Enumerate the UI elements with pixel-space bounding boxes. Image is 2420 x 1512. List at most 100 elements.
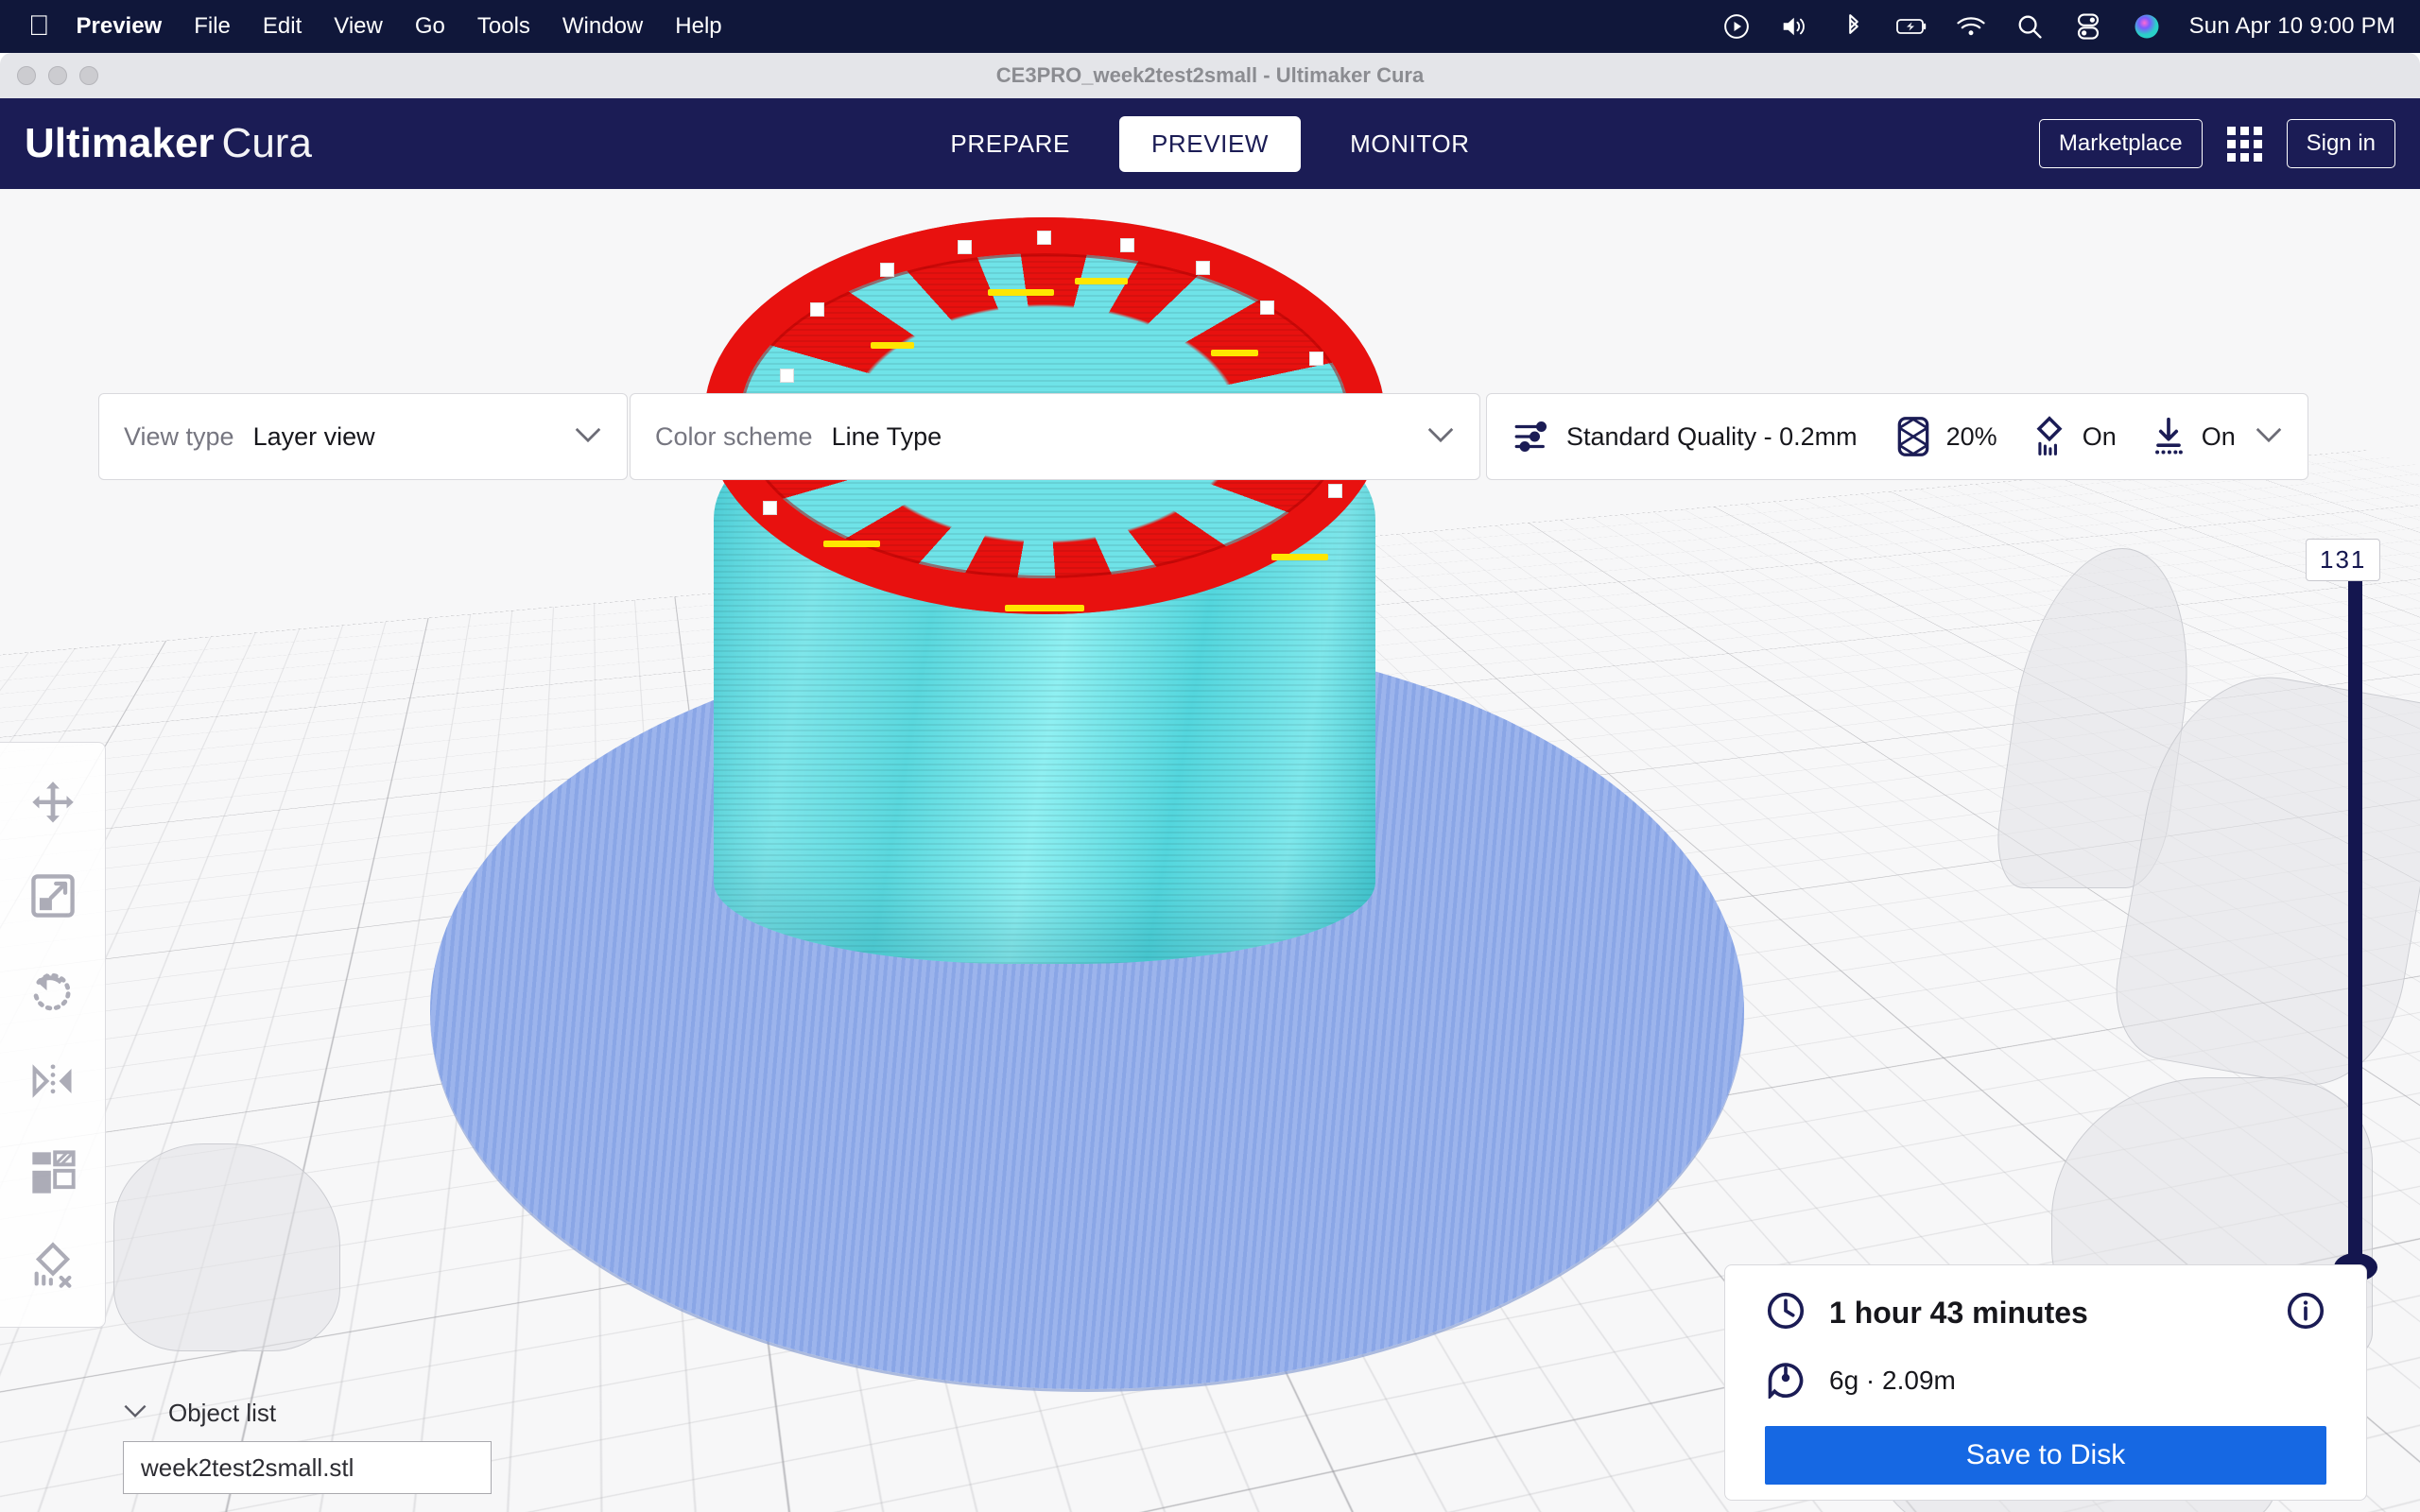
header-actions: Marketplace Sign in: [2038, 119, 2395, 168]
layer-slider[interactable]: 131: [2306, 510, 2384, 1314]
quality-profile-value: Standard Quality - 0.2mm: [1566, 421, 1858, 451]
siri-icon[interactable]: [2131, 10, 2163, 43]
infill-icon: [1895, 416, 1931, 457]
printed-model: [704, 208, 1385, 964]
chevron-down-icon[interactable]: [574, 426, 602, 448]
travel-move-dot: [1328, 484, 1342, 498]
travel-move-dot: [1037, 231, 1051, 245]
move-icon[interactable]: [24, 775, 82, 833]
tab-preview[interactable]: PREVIEW: [1118, 115, 1302, 172]
skin-line: [1271, 554, 1328, 560]
chevron-down-icon[interactable]: [2255, 426, 2283, 448]
menu-item-file[interactable]: File: [194, 13, 231, 40]
wifi-icon[interactable]: [1955, 10, 1987, 43]
sliders-icon: [1512, 417, 1551, 456]
sign-in-button[interactable]: Sign in: [2286, 119, 2395, 168]
tab-monitor[interactable]: MONITOR: [1318, 116, 1502, 172]
menu-item-view[interactable]: View: [334, 13, 383, 40]
travel-move-dot: [1309, 352, 1323, 366]
menu-bar-status-area: Sun Apr 10 9:00 PM: [1720, 10, 2395, 43]
travel-move-dot: [958, 240, 972, 254]
macos-menu-bar:  Preview File Edit View Go Tools Window…: [0, 0, 2420, 53]
object-list-panel: Object list week2test2small.stl CE3PRO_w…: [123, 1399, 520, 1512]
window-title-bar: CE3PRO_week2test2small - Ultimaker Cura: [0, 53, 2420, 98]
battery-charging-icon[interactable]: [1895, 10, 1928, 43]
layer-slider-upper-handle[interactable]: 131: [2306, 539, 2381, 581]
volume-icon[interactable]: [1779, 10, 1811, 43]
print-settings-summary[interactable]: Standard Quality - 0.2mm 20% On On: [1486, 393, 2308, 480]
cura-logo: Ultimaker Cura: [25, 120, 312, 167]
apps-grid-icon[interactable]: [2226, 126, 2262, 162]
color-scheme-value: Line Type: [831, 421, 942, 451]
brand-ultimaker: Ultimaker: [25, 120, 215, 166]
material-usage-value: 6g · 2.09m: [1829, 1365, 1956, 1395]
mirror-icon[interactable]: [24, 1052, 82, 1110]
travel-move-dot: [880, 263, 894, 277]
menu-item-help[interactable]: Help: [675, 13, 721, 40]
view-type-selector[interactable]: View type Layer view: [98, 393, 628, 480]
travel-move-dot: [763, 501, 777, 515]
window-title: CE3PRO_week2test2small - Ultimaker Cura: [995, 63, 1425, 87]
adhesion-value: On: [2201, 421, 2236, 451]
skin-line: [871, 342, 914, 349]
print-time-value: 1 hour 43 minutes: [1829, 1296, 2088, 1330]
left-tool-panel: [0, 742, 106, 1328]
adhesion-icon: [2151, 416, 2187, 457]
window-traffic-lights: [17, 66, 98, 85]
tab-prepare[interactable]: PREPARE: [918, 116, 1102, 172]
bluetooth-icon[interactable]: [1838, 10, 1870, 43]
menu-item-edit[interactable]: Edit: [263, 13, 302, 40]
skin-line: [823, 541, 880, 547]
control-center-icon[interactable]: [2072, 10, 2104, 43]
marketplace-button[interactable]: Marketplace: [2038, 119, 2203, 168]
scale-icon[interactable]: [24, 867, 82, 925]
layer-slider-track[interactable]: [2348, 556, 2362, 1274]
object-list-header[interactable]: Object list: [123, 1399, 520, 1428]
travel-move-dot: [1196, 261, 1210, 275]
object-list-item[interactable]: week2test2small.stl: [123, 1441, 492, 1494]
3d-viewport[interactable]: View type Layer view Color scheme Line T…: [0, 189, 2420, 1512]
filament-spool-icon: [1765, 1357, 1806, 1403]
save-to-disk-button[interactable]: Save to Disk: [1765, 1426, 2326, 1485]
menu-item-preview[interactable]: Preview: [77, 13, 163, 40]
now-playing-icon[interactable]: [1720, 10, 1753, 43]
support-blocker-icon[interactable]: [24, 1236, 82, 1295]
per-model-settings-icon[interactable]: [24, 1143, 82, 1202]
material-row: 6g · 2.09m: [1765, 1357, 2326, 1403]
layer-number-badge: 131: [2306, 539, 2381, 581]
object-list-title: Object list: [168, 1399, 277, 1427]
view-type-value: Layer view: [252, 421, 375, 451]
support-icon: [2031, 416, 2067, 457]
chevron-down-icon[interactable]: [123, 1403, 147, 1423]
close-button[interactable]: [17, 66, 36, 85]
infill-value: 20%: [1945, 421, 1997, 451]
preview-settings-toolbar: View type Layer view Color scheme Line T…: [98, 393, 2308, 480]
skin-line: [1005, 605, 1084, 611]
menu-item-tools[interactable]: Tools: [477, 13, 530, 40]
print-info-card: 1 hour 43 minutes 6g · 2.09m Save to Dis…: [1724, 1264, 2367, 1501]
support-value: On: [2082, 421, 2117, 451]
app-header: Ultimaker Cura PREPARE PREVIEW MONITOR Ma…: [0, 98, 2420, 189]
search-icon[interactable]: [2014, 10, 2046, 43]
travel-move-dot: [1260, 301, 1274, 315]
apple-logo-icon[interactable]: : [28, 12, 50, 41]
menu-bar-clock[interactable]: Sun Apr 10 9:00 PM: [2189, 13, 2395, 40]
view-type-label: View type: [124, 421, 234, 451]
clock-icon: [1765, 1290, 1806, 1336]
menu-item-window[interactable]: Window: [562, 13, 643, 40]
travel-move-dot: [780, 369, 794, 383]
color-scheme-label: Color scheme: [655, 421, 813, 451]
menu-item-go[interactable]: Go: [415, 13, 445, 40]
skin-line: [1075, 278, 1128, 284]
skin-line: [1211, 350, 1258, 356]
skin-line: [988, 289, 1054, 296]
print-time-row: 1 hour 43 minutes: [1765, 1290, 2326, 1336]
zoom-button[interactable]: [79, 66, 98, 85]
brand-cura: Cura: [221, 120, 312, 166]
rotate-icon[interactable]: [24, 959, 82, 1018]
chevron-down-icon[interactable]: [1426, 426, 1455, 448]
color-scheme-selector[interactable]: Color scheme Line Type: [630, 393, 1480, 480]
info-icon[interactable]: [2285, 1290, 2326, 1336]
travel-move-dot: [1120, 238, 1134, 252]
minimize-button[interactable]: [48, 66, 67, 85]
